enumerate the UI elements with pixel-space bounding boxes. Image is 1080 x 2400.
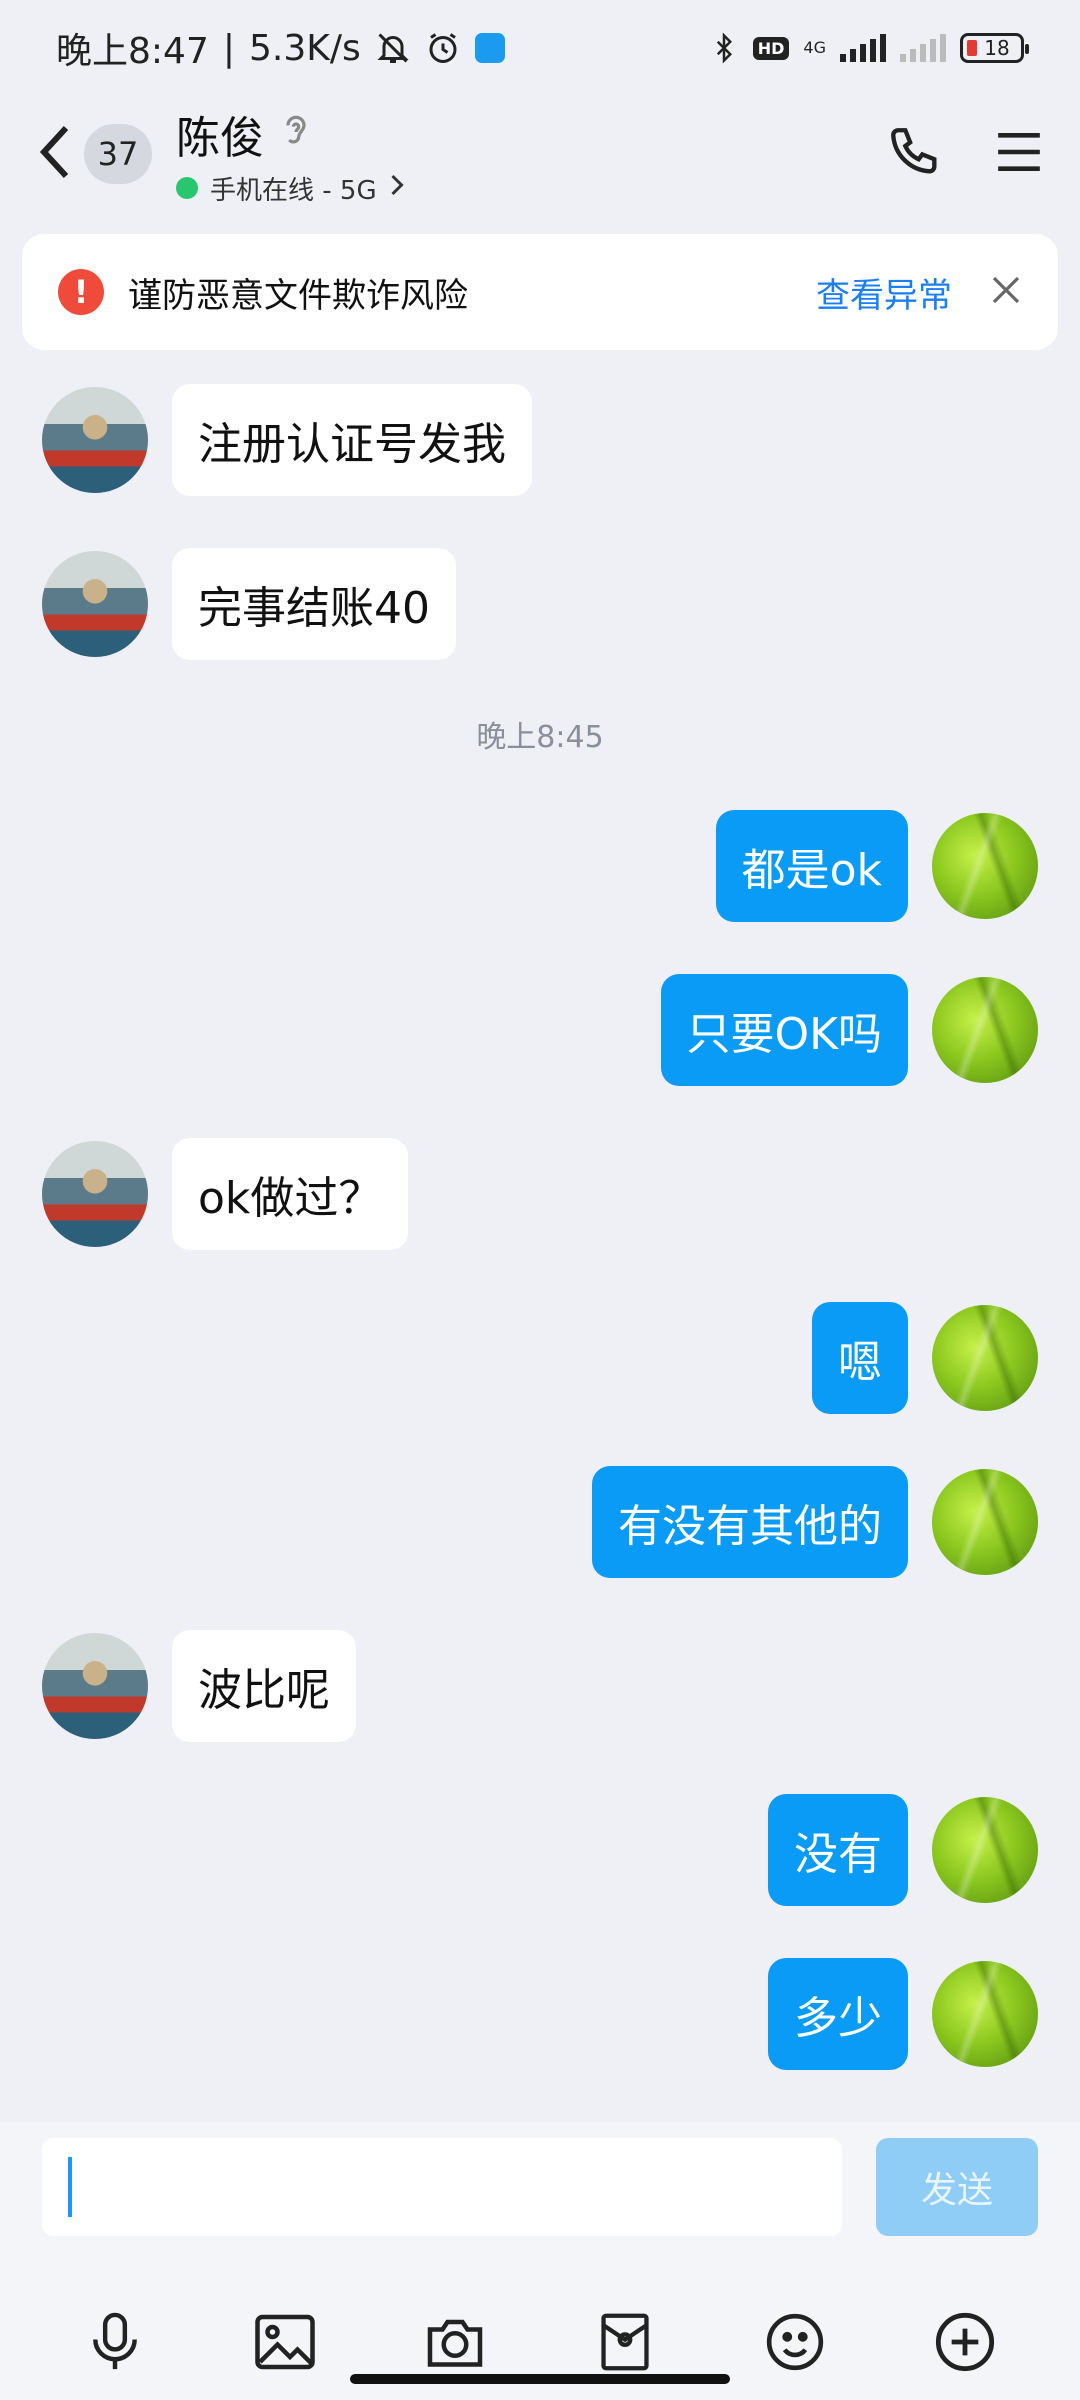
chevron-right-icon [389,173,405,204]
status-time: 晚上8:47 [56,31,209,72]
app-notification-icon [474,33,505,63]
message-row: 波比呢 [42,1630,356,1742]
contact-name: 陈俊 [176,112,264,164]
close-icon[interactable] [990,274,1022,310]
title-block[interactable]: 陈俊 手机在线 - 5G [176,102,405,207]
message-bubble[interactable]: 都是ok [715,810,908,922]
home-indicator[interactable] [350,2374,730,2384]
message-bubble[interactable]: 完事结账40 [172,548,456,660]
plus-icon[interactable] [925,2302,1005,2382]
status-bar: 晚上8:47 | 5.3K/s HD 4G 18 [0,0,1080,96]
online-dot [176,177,198,199]
alarm-icon [425,30,461,66]
view-exception-link[interactable]: 查看异常 [816,268,952,317]
signal-icon [840,34,886,62]
message-row: 完事结账40 [42,548,456,660]
red-packet-icon[interactable] [585,2302,665,2382]
message-bubble[interactable]: 波比呢 [172,1630,356,1742]
bell-off-icon [375,30,411,66]
battery-icon: 18 [960,33,1029,63]
message-row: 注册认证号发我 [42,384,532,496]
exclamation-icon: ! [58,269,104,315]
self-avatar[interactable] [932,977,1038,1083]
phone-icon[interactable] [886,123,944,185]
microphone-icon[interactable] [75,2302,155,2382]
send-button[interactable]: 发送 [876,2138,1038,2236]
self-avatar[interactable] [932,1469,1038,1575]
menu-icon[interactable] [994,130,1044,178]
battery-level: 18 [984,36,1010,60]
bluetooth-icon [709,30,739,66]
chat-header: 37 陈俊 手机在线 - 5G [0,96,1080,212]
contact-avatar[interactable] [42,1633,148,1739]
message-bubble[interactable]: 嗯 [812,1302,908,1414]
message-bubble[interactable]: ok做过？ [172,1138,409,1250]
message-row: 有没有其他的 [592,1466,1038,1578]
emoji-icon[interactable] [755,2302,835,2382]
message-bubble[interactable]: 只要OK吗 [660,974,908,1086]
contact-avatar[interactable] [42,551,148,657]
self-avatar[interactable] [932,1797,1038,1903]
image-icon[interactable] [245,2302,325,2382]
message-row: 多少 [768,1958,1038,2070]
unread-count-badge: 37 [84,124,152,184]
composer-toolbar [0,2302,1080,2382]
hd-icon: HD [752,36,790,60]
contact-avatar[interactable] [42,1141,148,1247]
self-avatar[interactable] [932,813,1038,919]
text-cursor [68,2157,72,2217]
network-type: 4G [803,38,826,57]
self-avatar[interactable] [932,1961,1038,2067]
contact-avatar[interactable] [42,387,148,493]
message-row: 都是ok [715,810,1038,922]
warning-text: 谨防恶意文件欺诈风险 [128,275,468,316]
status-left: 晚上8:47 | 5.3K/s [56,22,505,74]
status-divider: | [222,27,235,69]
message-row: 嗯 [812,1302,1038,1414]
message-row: 没有 [768,1794,1038,1906]
back-button[interactable]: 37 [36,122,152,186]
net-speed: 5.3K/s [248,27,361,69]
online-status-row[interactable]: 手机在线 - 5G [176,170,405,207]
ear-icon [280,112,312,156]
fraud-warning-banner: ! 谨防恶意文件欺诈风险 查看异常 [22,234,1058,350]
message-row: 只要OK吗 [660,974,1038,1086]
online-status-text: 手机在线 - 5G [210,175,377,206]
message-input[interactable] [42,2138,842,2236]
time-separator: 晚上8:45 [476,720,604,755]
title-row: 陈俊 [176,102,405,166]
message-bubble[interactable]: 多少 [768,1958,908,2070]
status-right: HD 4G 18 [709,30,1029,66]
header-actions [886,123,1044,185]
message-bubble[interactable]: 有没有其他的 [592,1466,908,1578]
self-avatar[interactable] [932,1305,1038,1411]
signal-secondary-icon [900,34,946,62]
message-row: ok做过？ [42,1138,409,1250]
chevron-left-icon [36,122,76,186]
camera-icon[interactable] [415,2302,495,2382]
composer: 发送 [0,2122,1080,2400]
message-bubble[interactable]: 没有 [768,1794,908,1906]
message-bubble[interactable]: 注册认证号发我 [172,384,532,496]
